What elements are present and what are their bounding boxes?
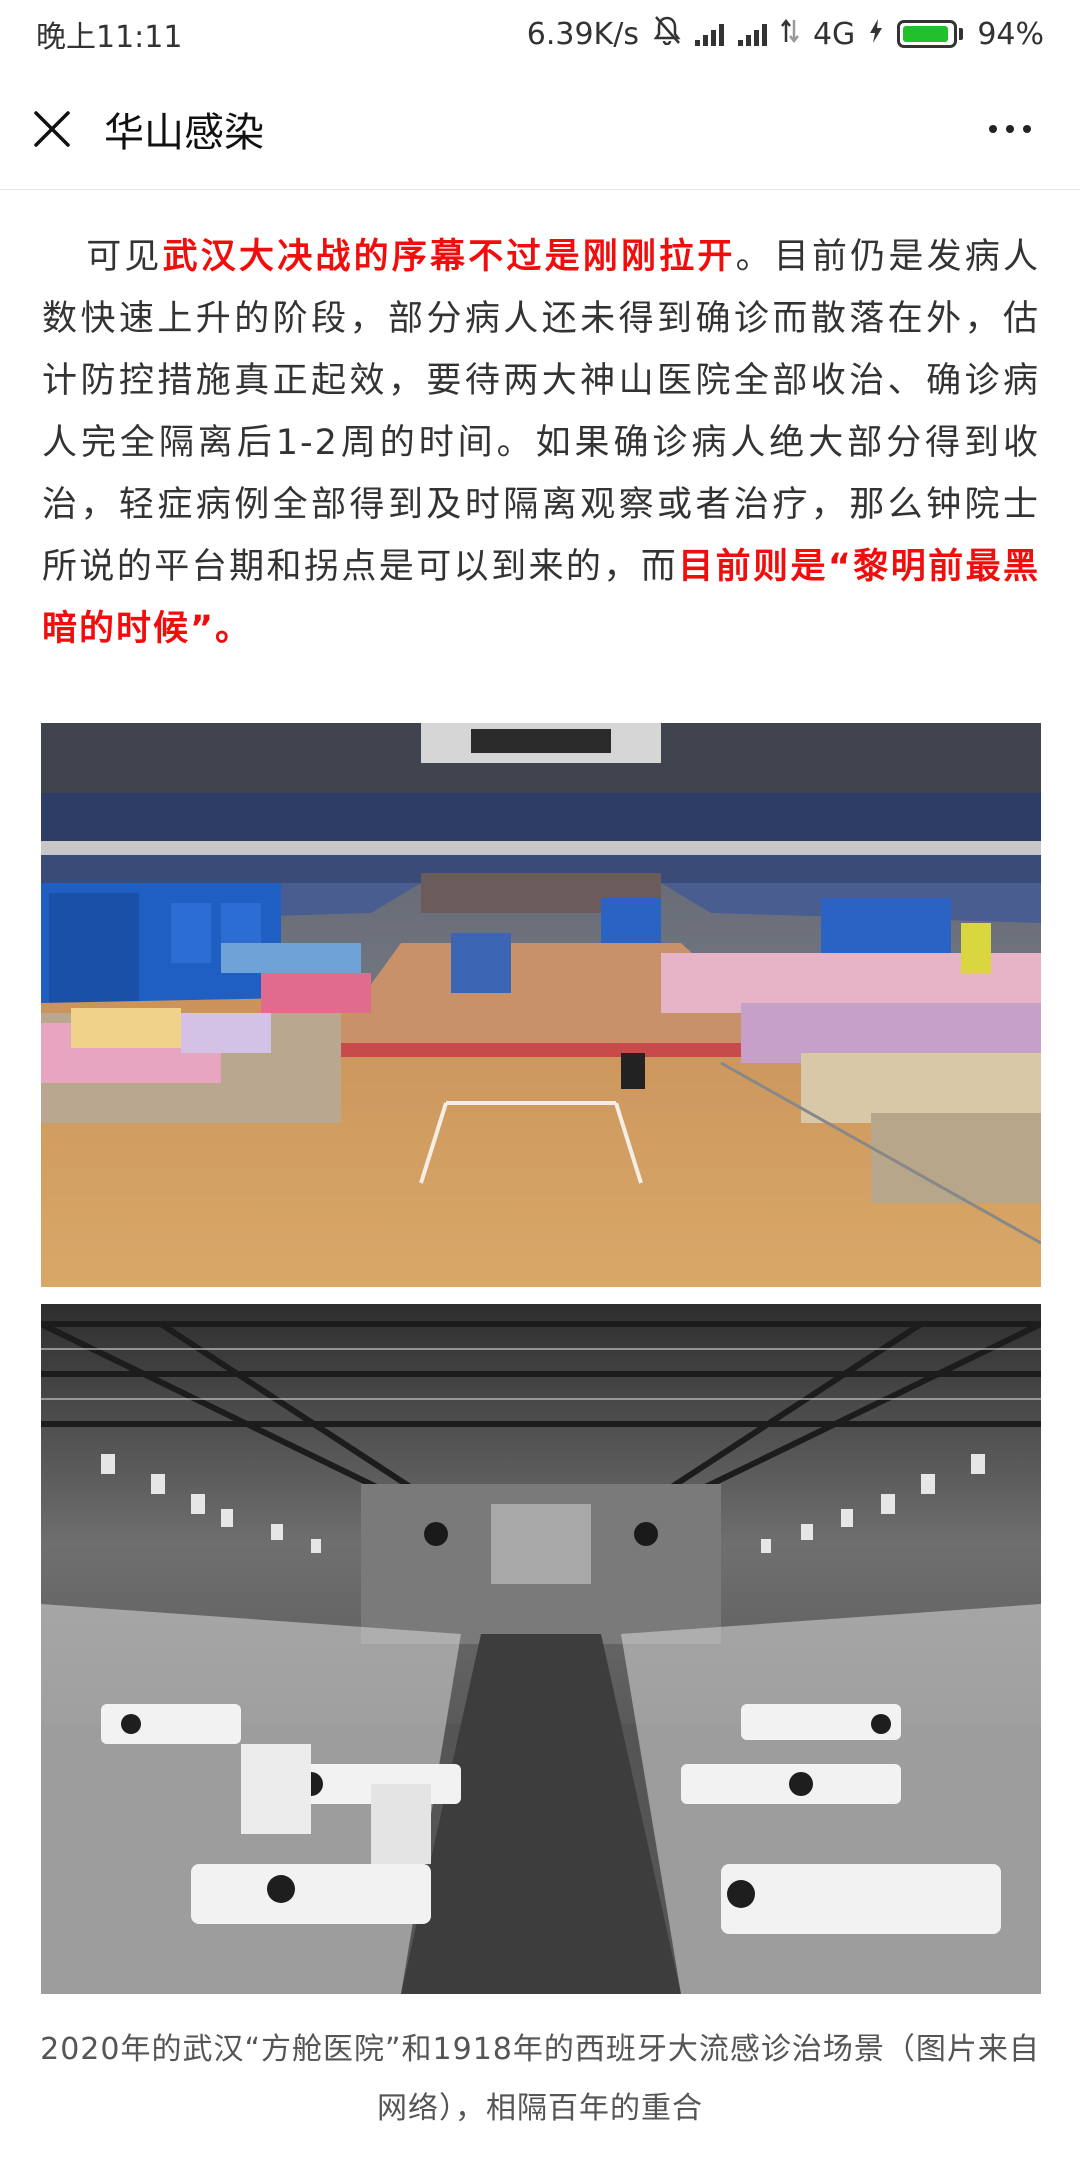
network-type: 4G bbox=[812, 16, 856, 52]
battery-percent: 94% bbox=[977, 16, 1044, 52]
status-icons: 6.39K/s 4G 94% bbox=[527, 15, 1044, 53]
1918-influenza-ward-photo[interactable] bbox=[41, 1304, 1041, 1994]
image-caption: 2020年的武汉“方舱医院”和1918年的西班牙大流感诊治场景（图片来自网络），… bbox=[40, 2032, 1040, 2126]
mute-bell-icon bbox=[653, 15, 681, 53]
article-paragraph: 可见武汉大决战的序幕不过是刚刚拉开。目前仍是发病人数快速上升的阶段，部分病人还未… bbox=[42, 226, 1040, 660]
battery-icon bbox=[897, 20, 964, 48]
network-speed: 6.39K/s bbox=[526, 16, 639, 52]
gymnasium-field-hospital-photo[interactable] bbox=[41, 723, 1041, 1287]
charging-icon bbox=[869, 17, 883, 52]
status-bar: 晚上11:11 6.39K/s 4G 94% bbox=[0, 0, 1080, 68]
nav-bar: 华山感染 bbox=[0, 68, 1080, 190]
highlighted-text: 武汉大决战的序幕不过是刚刚拉开 bbox=[162, 237, 736, 277]
data-transfer-icon bbox=[780, 17, 799, 52]
text-segment: 可见 bbox=[85, 237, 163, 277]
signal-icon bbox=[737, 22, 767, 46]
more-icon bbox=[989, 125, 997, 133]
close-button[interactable] bbox=[0, 68, 104, 190]
signal-icon bbox=[694, 22, 724, 46]
more-button[interactable] bbox=[970, 68, 1050, 190]
status-time: 晚上11:11 bbox=[36, 20, 183, 55]
text-segment: 。目前仍是发病人数快速上升的阶段，部分病人还未得到确诊而散落在外，估计防控措施真… bbox=[42, 237, 1040, 587]
page-title: 华山感染 bbox=[104, 109, 264, 156]
close-icon bbox=[34, 110, 70, 147]
